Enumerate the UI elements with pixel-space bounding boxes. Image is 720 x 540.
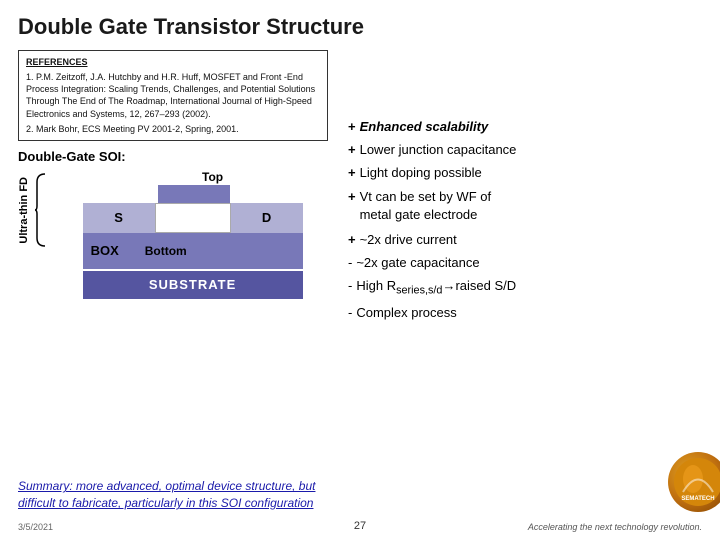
footer-tagline: Accelerating the next technology revolut…	[528, 522, 702, 532]
bullet-4: + Vt can be set by WF ofmetal gate elect…	[348, 188, 702, 224]
bottom-label: Bottom	[145, 244, 187, 258]
bullet-5: + ~2x drive current	[348, 231, 702, 249]
reference-1: 1. P.M. Zeitzoff, J.A. Hutchby and H.R. …	[26, 71, 320, 120]
bullet-8: - Complex process	[348, 304, 702, 322]
svg-text:SEMATECH: SEMATECH	[681, 496, 714, 502]
bullet-symbol-7: -	[348, 277, 352, 295]
bullet-text-3: Light doping possible	[360, 164, 482, 182]
top-gate-row	[83, 185, 303, 203]
scd-row: S D	[83, 203, 303, 233]
bullet-3: + Light doping possible	[348, 164, 702, 182]
top-gate-label: Top	[202, 170, 223, 184]
page: Double Gate Transistor Structure REFEREN…	[0, 0, 720, 540]
summary-text: Summary: more advanced, optimal device s…	[18, 478, 318, 512]
references-title: REFERENCES	[26, 56, 320, 68]
sematech-logo-icon: SEMATECH	[673, 457, 720, 507]
bullet-text-6: ~2x gate capacitance	[356, 254, 479, 272]
bullet-text-4: Vt can be set by WF ofmetal gate electro…	[360, 188, 492, 224]
date-label: 3/5/2021	[18, 522, 53, 532]
left-brace-area: Ultra-thin FD	[18, 170, 74, 250]
references-box: REFERENCES 1. P.M. Zeitzoff, J.A. Hutchb…	[18, 50, 328, 141]
page-number: 27	[354, 520, 366, 532]
drain-block: D	[231, 203, 303, 233]
page-title: Double Gate Transistor Structure	[18, 14, 702, 40]
bullet-1: + Enhanced scalability	[348, 118, 702, 136]
bullet-symbol-3: +	[348, 164, 356, 182]
bullet-symbol-1: +	[348, 118, 356, 136]
bullet-2: + Lower junction capacitance	[348, 141, 702, 159]
bullet-7: - High Rseries,s/d→raised S/D	[348, 277, 702, 299]
bullet-text-7: High Rseries,s/d→raised S/D	[356, 277, 516, 299]
bullet-text-8: Complex process	[356, 304, 456, 322]
bullet-6: - ~2x gate capacitance	[348, 254, 702, 272]
substrate-label: SUBSTRATE	[149, 277, 236, 292]
sematech-circle-icon: SEMATECH	[668, 452, 720, 512]
left-column: REFERENCES 1. P.M. Zeitzoff, J.A. Hutchb…	[18, 50, 328, 327]
content-row: REFERENCES 1. P.M. Zeitzoff, J.A. Hutchb…	[18, 50, 702, 327]
dg-soi-label: Double-Gate SOI:	[18, 149, 328, 164]
reference-2: 2. Mark Bohr, ECS Meeting PV 2001-2, Spr…	[26, 123, 320, 135]
bullet-text-2: Lower junction capacitance	[360, 141, 517, 159]
substrate-block: SUBSTRATE	[83, 271, 303, 299]
sematech-logo: SEMATECH	[668, 452, 720, 512]
curly-brace-icon	[33, 170, 47, 250]
bottom-row: Summary: more advanced, optimal device s…	[18, 452, 720, 512]
bullet-symbol-8: -	[348, 304, 352, 322]
channel-block	[155, 203, 231, 233]
bullet-symbol-5: +	[348, 231, 356, 249]
bullet-text-1: Enhanced scalability	[360, 118, 489, 136]
transistor-wrapper: Ultra-thin FD Top	[18, 170, 328, 299]
bullet-text-5: ~2x drive current	[360, 231, 457, 249]
bullet-symbol-2: +	[348, 141, 356, 159]
bullet-symbol-4: +	[348, 188, 356, 206]
box-row: BOX Bottom	[83, 233, 303, 269]
right-column: + Enhanced scalability + Lower junction …	[338, 50, 702, 327]
bullet-symbol-6: -	[348, 254, 352, 272]
box-label: BOX	[91, 243, 119, 258]
source-block: S	[83, 203, 155, 233]
ultra-thin-label: Ultra-thin FD	[18, 177, 31, 244]
transistor-diagram: Top S D	[78, 170, 308, 299]
top-gate-block	[158, 185, 230, 203]
